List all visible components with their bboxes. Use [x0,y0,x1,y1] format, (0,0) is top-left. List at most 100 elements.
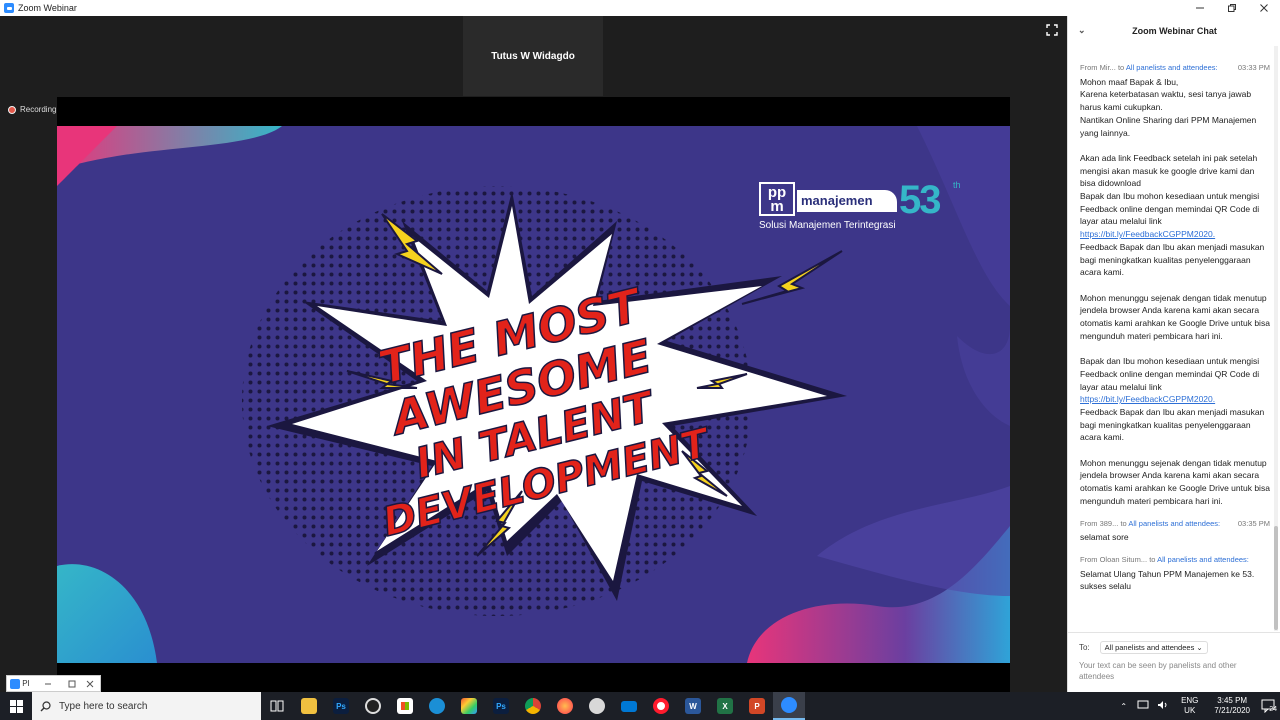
chat-title: Zoom Webinar Chat [1132,26,1217,36]
start-button[interactable] [0,692,32,720]
chat-input-placeholder: Your text can be seen by panelists and o… [1079,661,1237,681]
message-sender: From Mir... [1080,63,1116,72]
photos-icon [461,698,477,714]
message-to-prefix: to [1117,63,1125,72]
excel-button[interactable]: X [709,692,741,720]
notification-button[interactable]: 24 [1258,692,1280,720]
edge-button[interactable] [421,692,453,720]
chat-scrollbar-thumb[interactable] [1274,526,1278,630]
zoom-icon [10,678,21,689]
minimize-icon [45,683,51,684]
restore-button[interactable] [63,680,81,688]
feedback-link[interactable]: https://bit.ly/FeedbackCGPPM2020. [1080,229,1215,239]
windows-icon [9,699,23,713]
powerpoint-button[interactable]: P [741,692,773,720]
message-text: Selamat Ulang Tahun PPM Manajemen ke 53.… [1080,568,1255,592]
photoshop-icon: Ps [493,698,509,714]
photoshop-icon: Ps [333,698,349,714]
clock-time: 3:45 PM [1217,696,1248,705]
message-meta: From Oloan Situm... to All panelists and… [1080,554,1270,567]
chrome-button[interactable] [517,692,549,720]
search-placeholder: Type here to search [59,700,148,712]
message-sender: From 389... [1080,518,1119,528]
mail-button[interactable] [613,692,645,720]
restore-icon [68,680,76,687]
file-explorer-button[interactable] [293,692,325,720]
powerpoint-icon: P [749,698,765,714]
chrome-icon [525,698,541,714]
logo-ordinal: th [953,180,961,190]
paint-button[interactable] [581,692,613,720]
task-view-icon [270,700,284,712]
ppm-logo: pp m manajemen 53 th Solusi Manajemen Ter… [759,178,969,238]
word-button[interactable]: W [677,692,709,720]
window-title: Zoom Webinar [18,3,77,13]
network-icon[interactable] [1137,700,1149,712]
mini-zoom-button[interactable]: PI [7,678,33,689]
volume-icon[interactable] [1157,700,1169,712]
region-code: UK [1184,706,1196,715]
screen-share: THE MOST AWESOME IN TALENT DEVELOPMENT p… [57,97,1010,692]
mini-control-bar: PI [6,675,101,692]
firefox-button[interactable] [549,692,581,720]
chat-panel: ⌄ Zoom Webinar Chat From Mir... to All p… [1067,16,1280,692]
minimize-icon [1196,7,1204,9]
logo-word: manajemen [797,190,897,212]
chat-messages: From Mir... to All panelists and attende… [1080,62,1270,603]
opera-icon [653,698,669,714]
close-button[interactable] [81,680,99,688]
message-time: 03:35 PM [1237,518,1270,528]
close-button[interactable] [1248,0,1280,16]
chevron-down-icon: ⌄ [1196,643,1203,652]
message-text: selamat sore [1080,532,1129,543]
task-view-button[interactable] [261,692,293,720]
zoom-app-icon [4,3,14,13]
active-speaker-tile[interactable]: Tutus W Widagdo [463,16,603,96]
message-recipient: All panelists and attendees: [1128,518,1221,528]
message-sender: From Oloan Situm... [1080,554,1148,564]
recording-label: Recording [20,105,57,114]
message-meta: From Mir... to All panelists and attende… [1080,62,1270,75]
restore-button[interactable] [1216,0,1248,16]
store-button[interactable] [389,692,421,720]
photos-button[interactable] [453,692,485,720]
message-recipient: All panelists and attendees: [1125,63,1218,72]
obs-icon [365,698,381,714]
video-stage: Tutus W Widagdo Recording THE MOST AWESO… [0,16,1067,692]
opera-button[interactable] [645,692,677,720]
message-paragraph: Akan ada link Feedback setelah ini pak s… [1080,152,1270,279]
recipient-value: All panelists and attendees [1104,643,1195,652]
feedback-link[interactable]: https://bit.ly/FeedbackCGPPM2020. [1080,394,1215,404]
photoshop-2-button[interactable]: Ps [485,692,517,720]
clock[interactable]: 3:45 PM 7/21/2020 [1214,696,1250,716]
message-paragraph: Mohon maaf Bapak & Ibu, Karena keterbata… [1080,76,1257,138]
chat-input[interactable]: Your text can be seen by panelists and o… [1079,660,1259,682]
minimize-button[interactable] [33,680,63,688]
recording-indicator: Recording [8,105,56,114]
language-indicator[interactable]: ENG UK [1181,696,1198,716]
chevron-up-icon[interactable]: ⌃ [1120,702,1127,711]
notification-count: 24 [1269,706,1277,713]
clock-date: 7/21/2020 [1214,706,1250,715]
fullscreen-icon[interactable] [1046,24,1058,36]
message-meta: From 389... to All panelists and attende… [1080,518,1270,531]
chat-message: From Oloan Situm... to All panelists and… [1080,554,1270,593]
language-code: ENG [1181,696,1199,705]
chevron-down-icon[interactable]: ⌄ [1078,25,1086,36]
chat-message: From Mir... to All panelists and attende… [1080,62,1270,508]
recipient-dropdown[interactable]: All panelists and attendees ⌄ [1099,641,1208,654]
taskbar-search[interactable]: Type here to search [32,692,261,720]
word-icon: W [685,698,701,714]
obs-button[interactable] [357,692,389,720]
message-paragraph-text: Bapak dan Ibu mohon kesediaan untuk meng… [1080,356,1260,392]
message-paragraph-suffix: Feedback Bapak dan Ibu akan menjadi masu… [1080,241,1265,278]
speaker-name: Tutus W Widagdo [491,50,575,62]
message-text: Mohon maaf Bapak & Ibu, Karena keterbata… [1080,76,1270,508]
logo-tagline: Solusi Manajemen Terintegrasi [759,220,896,231]
minimize-button[interactable] [1184,0,1216,16]
photoshop-button[interactable]: Ps [325,692,357,720]
zoom-taskbar-button[interactable] [773,692,805,720]
recording-dot-icon [8,105,16,114]
message-to-prefix: to [1120,518,1127,528]
message-paragraph: Bapak dan Ibu mohon kesediaan untuk meng… [1080,355,1270,444]
